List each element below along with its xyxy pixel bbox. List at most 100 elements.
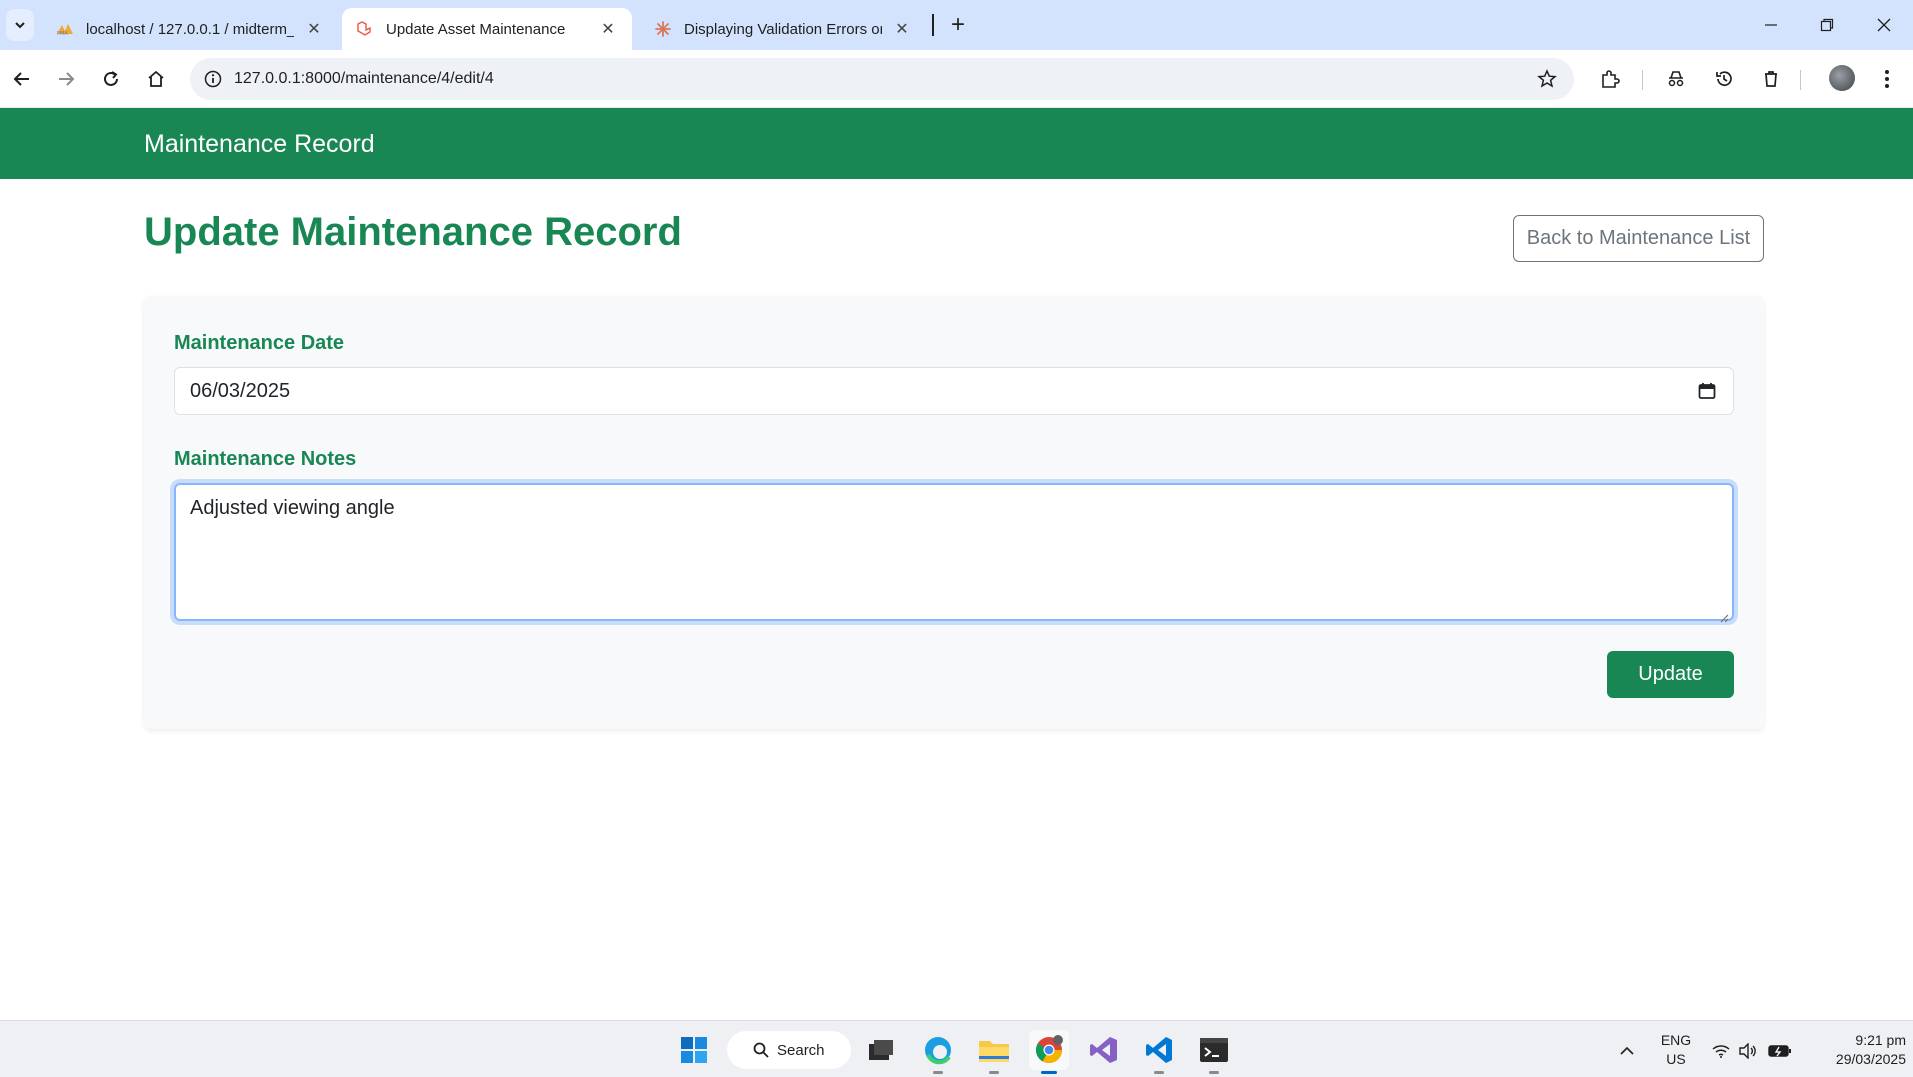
taskbar-edge[interactable] [918,1030,958,1074]
restore-button[interactable] [1799,0,1855,50]
windows-logo-icon [681,1037,707,1063]
lang-region: US [1666,1051,1686,1067]
browser-menu-button[interactable] [1871,63,1903,95]
trash-icon [1765,71,1777,87]
back-button[interactable] [6,63,38,95]
arrow-left-icon [13,72,29,86]
vscode-icon [1146,1037,1172,1063]
incognito-icon [1668,71,1684,87]
browser-tab-phpmyadmin[interactable]: PMA localhost / 127.0.0.1 / midterm_ ✕ [42,8,338,50]
clock-time: 9:21 pm [1855,1032,1906,1048]
toolbar-separator [1800,70,1801,90]
tab-title: Displaying Validation Errors on [684,20,882,38]
volume-icon[interactable] [1738,1041,1758,1061]
form-card: Maintenance Date 06/03/2025 Maintenance … [144,296,1764,729]
incognito-button[interactable] [1660,63,1692,95]
lang-code: ENG [1660,1032,1692,1048]
taskbar-visual-studio[interactable] [1084,1030,1124,1070]
history-icon [1716,71,1732,87]
tab-title: Update Asset Maintenance [386,20,566,38]
search-label: Search [777,1041,825,1059]
input-language-indicator[interactable]: ENG US [1654,1031,1698,1069]
bookmark-star-icon[interactable] [1536,68,1558,90]
running-indicator [1154,1071,1164,1074]
arrow-right-icon [59,72,75,86]
reload-button[interactable] [95,63,127,95]
taskbar-search[interactable]: Search [727,1031,851,1069]
browser-tab-update-asset-maintenance[interactable]: Update Asset Maintenance ✕ [342,8,632,50]
edge-icon [925,1037,951,1065]
extensions-button[interactable] [1594,63,1626,95]
close-icon [1877,18,1891,32]
url-text: 127.0.0.1:8000/maintenance/4/edit/4 [234,70,494,87]
calendar-icon[interactable] [1697,381,1719,403]
folder-icon [979,1041,1009,1062]
browser-toolbar: 127.0.0.1:8000/maintenance/4/edit/4 [0,50,1913,108]
update-button[interactable]: Update [1607,651,1734,698]
running-indicator [933,1071,943,1074]
taskbar-chrome[interactable] [1029,1030,1069,1074]
restore-icon [1820,18,1834,32]
page-title: Update Maintenance Record [144,210,682,254]
windows-taskbar: Search ENG US 9:21 pm 29/03/2025 [0,1020,1913,1077]
visual-studio-icon [1090,1037,1117,1063]
taskbar-terminal[interactable] [1194,1030,1234,1074]
claude-icon [654,20,672,38]
maintenance-date-label: Maintenance Date [174,332,345,354]
task-view-icon [869,1040,893,1060]
new-tab-button[interactable]: + [943,10,973,40]
back-to-list-button[interactable]: Back to Maintenance List [1513,215,1764,262]
resize-handle-icon[interactable] [1719,606,1729,623]
close-tab-icon[interactable]: ✕ [892,19,912,39]
phpmyadmin-icon: PMA [56,20,74,38]
profile-avatar[interactable] [1829,65,1855,91]
tab-separator [932,14,934,36]
notes-value: Adjusted viewing angle [190,497,395,519]
svg-text:PMA: PMA [57,31,68,36]
wifi-icon[interactable] [1711,1041,1731,1061]
clock-date: 29/03/2025 [1835,1051,1906,1067]
close-tab-icon[interactable]: ✕ [598,19,618,39]
close-tab-icon[interactable]: ✕ [304,19,324,39]
chevron-down-icon [15,22,25,29]
laravel-icon [356,20,374,38]
running-indicator [989,1071,999,1074]
more-vertical-icon [1885,70,1889,88]
search-icon [753,1042,769,1058]
forward-button[interactable] [50,63,82,95]
puzzle-icon [1602,70,1620,88]
minimize-icon [1765,24,1777,26]
terminal-icon [1200,1038,1228,1062]
navbar-brand[interactable]: Maintenance Record [144,130,375,159]
home-button[interactable] [140,63,172,95]
browser-tab-strip: PMA localhost / 127.0.0.1 / midterm_ ✕ U… [0,0,1913,50]
site-info-icon[interactable] [192,58,234,100]
home-icon [148,70,164,87]
running-indicator [1209,1071,1219,1074]
tab-title: localhost / 127.0.0.1 / midterm_ [86,20,294,38]
start-button[interactable] [674,1030,714,1070]
toolbar-separator [1642,70,1643,90]
tab-search-dropdown-button[interactable] [6,9,34,41]
chrome-icon [1035,1035,1063,1064]
show-hidden-icons-button[interactable] [1617,1041,1637,1061]
reload-icon [104,71,118,86]
browser-tab-validation-errors[interactable]: Displaying Validation Errors on ✕ [640,8,926,50]
taskbar-vscode[interactable] [1139,1030,1179,1074]
app-navbar: Maintenance Record [0,108,1913,179]
close-window-button[interactable] [1856,0,1912,50]
active-indicator [1041,1071,1057,1074]
delete-data-button[interactable] [1755,63,1787,95]
clock[interactable]: 9:21 pm 29/03/2025 [1802,1031,1906,1069]
chevron-up-icon [1620,1046,1634,1055]
address-bar[interactable]: 127.0.0.1:8000/maintenance/4/edit/4 [190,58,1574,100]
date-value: 06/03/2025 [190,379,291,402]
task-view-button[interactable] [861,1030,901,1070]
maintenance-notes-textarea[interactable]: Adjusted viewing angle [174,483,1734,623]
minimize-button[interactable] [1743,0,1799,50]
maintenance-notes-label: Maintenance Notes [174,448,357,470]
taskbar-file-explorer[interactable] [974,1030,1014,1074]
maintenance-date-input[interactable]: 06/03/2025 [174,367,1734,415]
battery-icon[interactable] [1768,1041,1792,1061]
history-button[interactable] [1708,63,1740,95]
